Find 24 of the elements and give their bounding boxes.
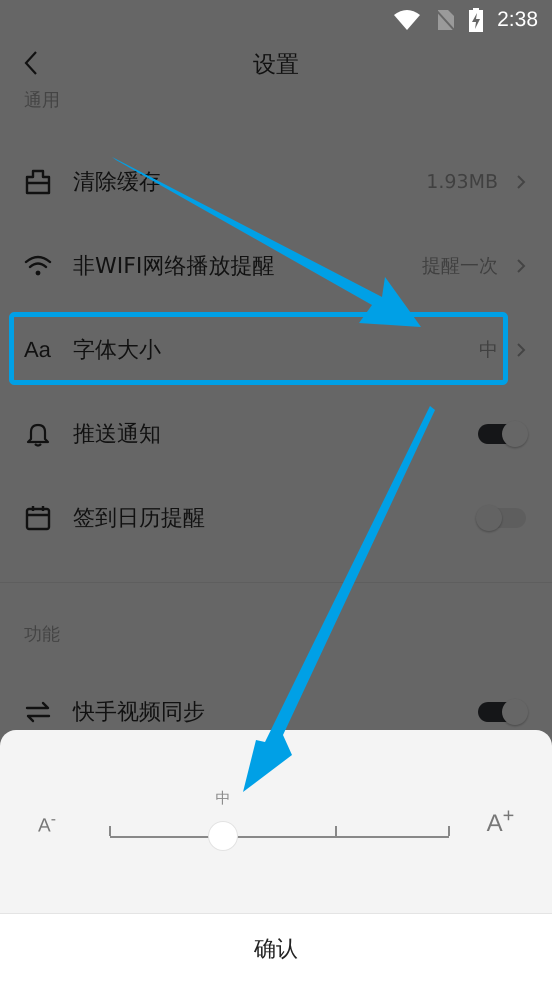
font-size-icon: Aa: [24, 337, 51, 363]
status-time: 2:38: [497, 8, 538, 32]
row-label: 签到日历提醒: [73, 505, 206, 533]
wifi-signal-icon: [393, 9, 422, 31]
no-sim-icon: [435, 9, 456, 31]
larger-font-label: A$^{+}$: [486, 805, 516, 838]
row-label: 字体大小: [73, 337, 162, 365]
toggle-switch[interactable]: [478, 702, 526, 722]
row-label: 快手视频同步: [73, 699, 206, 727]
row-label: 非WIFI网络播放提醒: [73, 253, 276, 281]
battery-charging-icon: [469, 8, 484, 32]
calendar-icon: [24, 504, 52, 532]
slider-value-label: 中: [215, 789, 230, 808]
toggle-switch[interactable]: [478, 508, 526, 528]
row-label: 推送通知: [73, 421, 162, 449]
chevron-icon: [516, 342, 526, 358]
toggle-switch[interactable]: [478, 424, 526, 444]
chevron-icon: [516, 174, 526, 190]
back-button[interactable]: [24, 50, 38, 76]
page-title: 设置: [253, 50, 299, 80]
smaller-font-label: A$^{-}$: [37, 811, 57, 838]
briefcase-icon: [24, 168, 52, 196]
slider-thumb[interactable]: [208, 821, 238, 851]
chevron-icon: [516, 258, 526, 274]
